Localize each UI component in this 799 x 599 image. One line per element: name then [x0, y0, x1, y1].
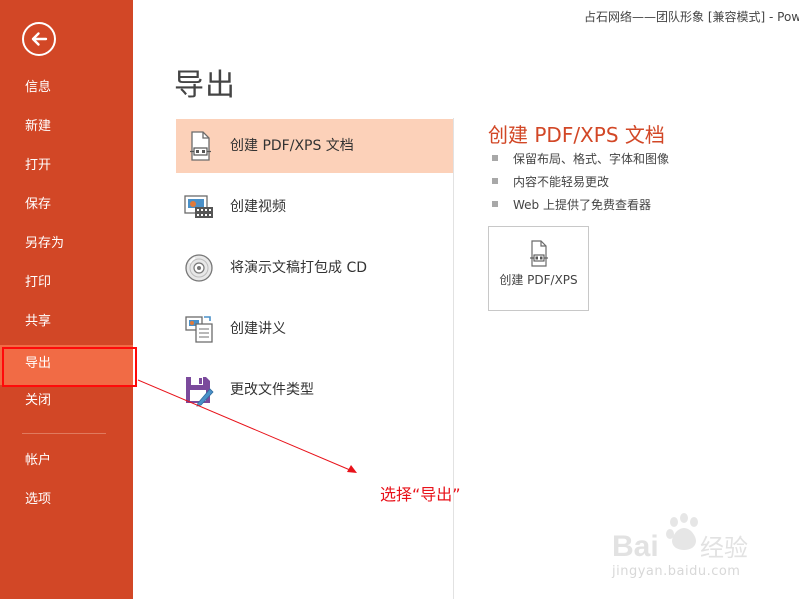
export-option-label: 创建讲义: [230, 321, 286, 337]
video-icon: [184, 195, 213, 218]
nav-item-open[interactable]: 打开: [0, 148, 133, 184]
detail-bullet: Web 上提供了免费查看器: [492, 196, 651, 213]
pane-divider: [453, 118, 454, 599]
detail-bullet-text: Web 上提供了免费查看器: [513, 198, 651, 212]
svg-text:经验: 经验: [700, 534, 748, 562]
export-option-label: 将演示文稿打包成 CD: [230, 260, 368, 276]
export-option-change-file-type[interactable]: 更改文件类型: [176, 363, 453, 417]
detail-bullet: 内容不能轻易更改: [492, 173, 609, 190]
nav-item-options[interactable]: 选项: [0, 482, 133, 518]
export-option-label: 创建 PDF/XPS 文档: [230, 138, 354, 154]
detail-bullet-text: 保留布局、格式、字体和图像: [513, 152, 670, 166]
detail-bullet: 保留布局、格式、字体和图像: [492, 150, 669, 167]
pdf-document-icon: [530, 240, 548, 267]
create-pdf-xps-button[interactable]: 创建 PDF/XPS: [488, 226, 589, 311]
back-arrow-icon: [31, 32, 48, 46]
sidebar-divider: [22, 433, 106, 434]
nav-item-info[interactable]: 信息: [0, 70, 133, 106]
export-option-package-cd[interactable]: 将演示文稿打包成 CD: [176, 241, 453, 295]
export-option-label: 创建视频: [230, 199, 286, 215]
nav-item-save[interactable]: 保存: [0, 187, 133, 223]
page-title: 导出: [174, 68, 236, 103]
create-pdf-xps-button-label: 创建 PDF/XPS: [499, 273, 578, 287]
nav-item-save-as[interactable]: 另存为: [0, 226, 133, 262]
export-option-pdf-xps[interactable]: 创建 PDF/XPS 文档: [176, 119, 453, 173]
export-option-handouts[interactable]: 创建讲义: [176, 302, 453, 356]
save-file-type-icon: [186, 377, 214, 407]
handout-icon: [185, 316, 213, 343]
window-title: 占石网络——团队形象 [兼容模式] - PowerPoint: [584, 10, 799, 24]
nav-item-new[interactable]: 新建: [0, 109, 133, 145]
export-option-label: 更改文件类型: [230, 382, 314, 398]
detail-title: 创建 PDF/XPS 文档: [488, 123, 665, 147]
cd-icon: [185, 254, 213, 282]
nav-item-account[interactable]: 帐户: [0, 443, 133, 479]
svg-text:Bai: Bai: [612, 530, 659, 563]
export-option-video[interactable]: 创建视频: [176, 180, 453, 234]
nav-item-print[interactable]: 打印: [0, 265, 133, 301]
back-button[interactable]: [22, 22, 56, 56]
detail-bullet-text: 内容不能轻易更改: [513, 175, 610, 189]
nav-item-close[interactable]: 关闭: [0, 383, 133, 419]
annotation-highlight-box: [2, 347, 137, 387]
nav-item-share[interactable]: 共享: [0, 304, 133, 340]
backstage-sidebar: 信息 新建 打开 保存 另存为 打印 共享 导出 关闭 帐户 选项: [0, 0, 133, 599]
annotation-text: 选择“导出”: [380, 485, 461, 504]
watermark-url: jingyan.baidu.com: [612, 564, 741, 579]
pdf-document-icon: [190, 131, 211, 161]
